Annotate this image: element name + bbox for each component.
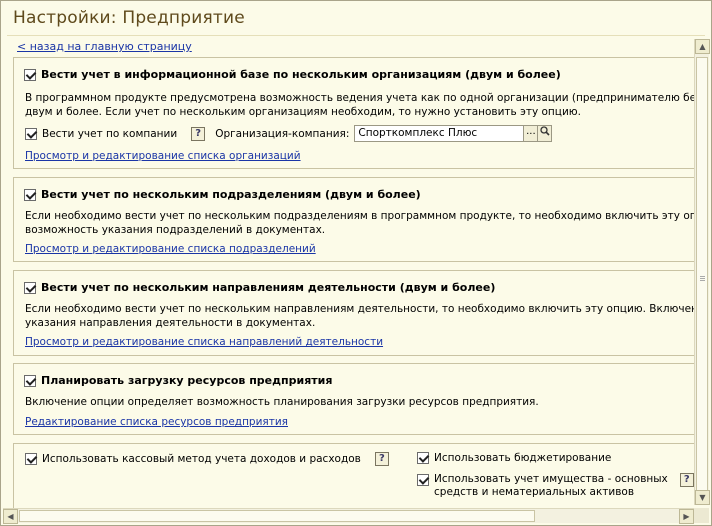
- property-label-line1: Использовать учет имущества - основных: [434, 473, 668, 485]
- horizontal-scroll-thumb[interactable]: [19, 510, 535, 522]
- scrollbar-corner: [694, 508, 709, 523]
- scroll-right-button[interactable]: ▶: [679, 509, 694, 524]
- company-checkbox-label: Вести учет по компании: [42, 127, 178, 140]
- property-label-line2: средств и нематериальных активов: [434, 486, 635, 498]
- checkbox-checked-icon[interactable]: [24, 374, 36, 387]
- group-misc: Использовать кассовый метод учета доходо…: [13, 443, 695, 509]
- help-icon[interactable]: ?: [191, 126, 206, 141]
- checkbox-checked-icon[interactable]: [417, 474, 429, 486]
- scroll-down-button[interactable]: ▼: [695, 490, 710, 505]
- checkbox-checked-icon[interactable]: [24, 188, 36, 201]
- directions-list-link[interactable]: Просмотр и редактирование списка направл…: [25, 336, 383, 348]
- settings-window: Настройки: Предприятие < назад на главну…: [0, 0, 712, 526]
- orgs-list-link[interactable]: Просмотр и редактирование списка организ…: [25, 150, 301, 162]
- settings-content: Вести учет в информационной базе по неск…: [13, 57, 695, 509]
- property-checkbox[interactable]: Использовать учет имущества - основных с…: [417, 473, 694, 499]
- checkbox-checked-icon[interactable]: [25, 127, 37, 140]
- company-input[interactable]: Спорткомплекс Плюс: [354, 125, 525, 142]
- vertical-scroll-thumb[interactable]: [696, 57, 708, 501]
- checkbox-checked-icon[interactable]: [25, 453, 37, 465]
- page-title: Настройки: Предприятие: [13, 8, 245, 28]
- directions-heading-checkbox[interactable]: Вести учет по нескольким направлениям де…: [24, 281, 495, 294]
- select-button[interactable]: ...: [524, 125, 539, 142]
- vertical-scrollbar[interactable]: ▲ ▼: [694, 39, 710, 505]
- search-icon[interactable]: [538, 125, 553, 142]
- scroll-left-button[interactable]: ◀: [3, 509, 18, 524]
- divisions-description-2: возможность указания подразделений в док…: [25, 224, 326, 236]
- budgeting-label: Использовать бюджетирование: [434, 452, 612, 464]
- group-organizations: Вести учет в информационной базе по неск…: [13, 57, 695, 169]
- orgs-heading-checkbox[interactable]: Вести учет в информационной базе по неск…: [24, 68, 561, 81]
- orgs-description-1: В программном продукте предусмотрена воз…: [25, 92, 695, 104]
- title-divider: [7, 35, 705, 36]
- company-field-label: Организация-компания:: [215, 127, 350, 140]
- divisions-heading-label: Вести учет по нескольким подразделениям …: [41, 188, 421, 201]
- orgs-description-2: двум и более. Если учет по нескольким ор…: [25, 106, 581, 118]
- company-row: Вести учет по компании ? Организация-ком…: [25, 125, 553, 142]
- resources-heading-label: Планировать загрузку ресурсов предприяти…: [41, 374, 333, 387]
- resources-description: Включение опции определяет возможность п…: [25, 396, 539, 408]
- cash-method-label: Использовать кассовый метод учета доходо…: [42, 453, 361, 465]
- orgs-heading-label: Вести учет в информационной базе по неск…: [41, 68, 561, 81]
- checkbox-checked-icon[interactable]: [24, 281, 36, 294]
- resources-heading-checkbox[interactable]: Планировать загрузку ресурсов предприяти…: [24, 374, 332, 387]
- divisions-heading-checkbox[interactable]: Вести учет по нескольким подразделениям …: [24, 188, 421, 201]
- checkbox-checked-icon[interactable]: [24, 68, 36, 81]
- divisions-description-1: Если необходимо вести учет по нескольким…: [25, 210, 695, 222]
- property-label: Использовать учет имущества - основных с…: [434, 473, 668, 499]
- scroll-up-button[interactable]: ▲: [695, 39, 710, 54]
- group-divisions: Вести учет по нескольким подразделениям …: [13, 177, 695, 262]
- divisions-list-link[interactable]: Просмотр и редактирование списка подразд…: [25, 243, 316, 255]
- group-directions: Вести учет по нескольким направлениям де…: [13, 270, 695, 356]
- help-icon[interactable]: ?: [679, 473, 694, 487]
- group-resources: Планировать загрузку ресурсов предприяти…: [13, 363, 695, 435]
- directions-description-2: указания направления деятельности в доку…: [25, 317, 316, 329]
- resources-list-link[interactable]: Редактирование списка ресурсов предприят…: [25, 416, 288, 428]
- help-icon[interactable]: ?: [374, 452, 389, 466]
- back-to-main-link[interactable]: < назад на главную страницу: [17, 40, 192, 53]
- checkbox-checked-icon[interactable]: [417, 452, 429, 464]
- directions-heading-label: Вести учет по нескольким направлениям де…: [41, 281, 496, 294]
- horizontal-scrollbar[interactable]: ◀ ▶: [3, 508, 694, 524]
- cash-method-checkbox[interactable]: Использовать кассовый метод учета доходо…: [25, 452, 389, 466]
- directions-description-1: Если необходимо вести учет по нескольким…: [25, 303, 695, 315]
- budgeting-checkbox[interactable]: Использовать бюджетирование: [417, 452, 611, 464]
